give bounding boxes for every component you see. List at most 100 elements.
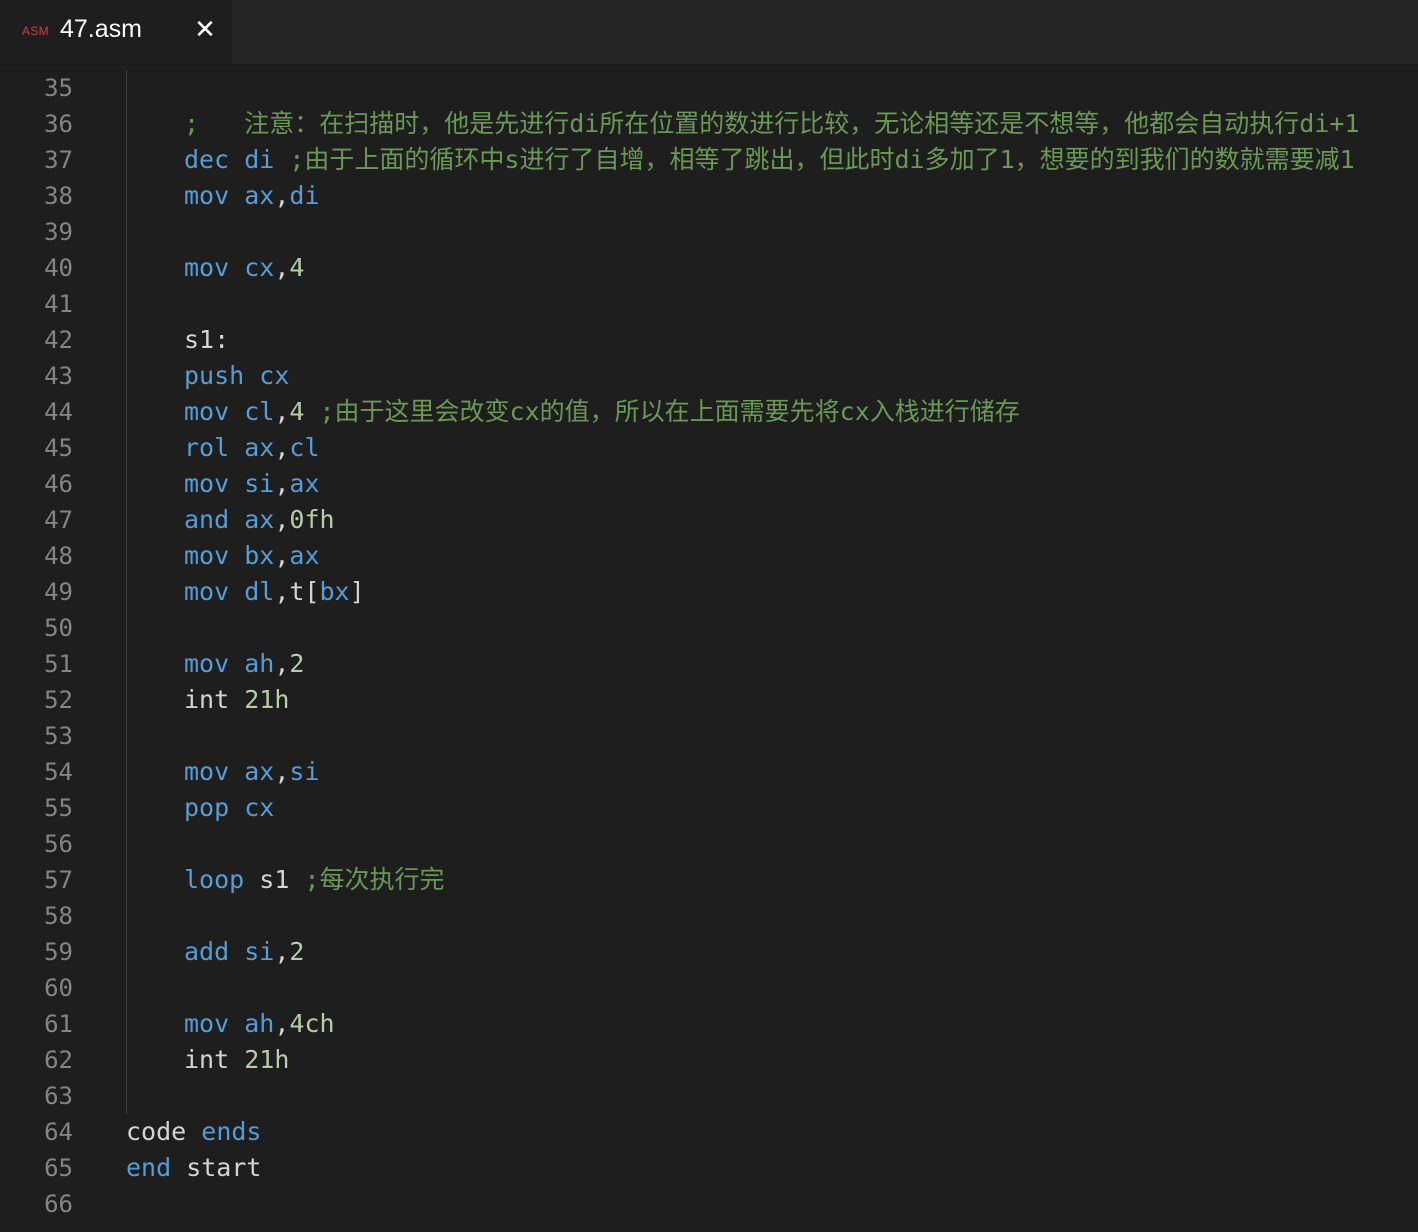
close-icon[interactable]: ✕ bbox=[191, 14, 219, 46]
token-keyword: rol bbox=[184, 433, 230, 462]
token-number: 21h bbox=[244, 1045, 290, 1074]
code-line[interactable]: 52 int 21h bbox=[0, 682, 1418, 718]
line-number: 46 bbox=[44, 470, 73, 498]
line-number: 55 bbox=[44, 794, 73, 822]
token-register: ax bbox=[244, 505, 275, 534]
token-text: ,t[ bbox=[274, 577, 320, 606]
token-register: ax bbox=[289, 541, 320, 570]
code-line[interactable]: 49 mov dl,t[bx] bbox=[0, 574, 1418, 610]
code-text: end start bbox=[126, 1150, 261, 1186]
token-comment: ;由于上面的循环中s进行了自增，相等了跳出，但此时di多加了1，想要的到我们的数… bbox=[274, 145, 1355, 174]
code-line[interactable]: 56 bbox=[0, 826, 1418, 862]
token-keyword: mov bbox=[184, 181, 230, 210]
token-text: int bbox=[184, 1045, 230, 1074]
code-line[interactable]: 46 mov si,ax bbox=[0, 466, 1418, 502]
code-line[interactable]: 66 bbox=[0, 1186, 1418, 1222]
code-line[interactable]: 40 mov cx,4 bbox=[0, 250, 1418, 286]
code-line[interactable]: 64 code ends bbox=[0, 1114, 1418, 1150]
token-text: , bbox=[274, 1009, 290, 1038]
code-line[interactable]: 51 mov ah,2 bbox=[0, 646, 1418, 682]
code-line[interactable]: 65 end start bbox=[0, 1150, 1418, 1186]
token-text: , bbox=[274, 757, 290, 786]
token-register: ax bbox=[244, 757, 275, 786]
code-line[interactable]: 59 add si,2 bbox=[0, 934, 1418, 970]
code-line[interactable]: 35 bbox=[0, 70, 1418, 106]
code-line[interactable]: 54 mov ax,si bbox=[0, 754, 1418, 790]
code-text: loop s1 ;每次执行完 bbox=[184, 862, 445, 898]
code-line[interactable]: 43 push cx bbox=[0, 358, 1418, 394]
tab-title[interactable]: 47.asm bbox=[60, 15, 142, 44]
line-number: 66 bbox=[44, 1190, 73, 1218]
token-keyword: end bbox=[126, 1153, 172, 1182]
token-register: dl bbox=[244, 577, 275, 606]
code-line[interactable]: 36 ; 注意：在扫描时，他是先进行di所在位置的数进行比较，无论相等还是不想等，… bbox=[0, 106, 1418, 142]
line-number: 40 bbox=[44, 254, 73, 282]
code-line[interactable]: 58 bbox=[0, 898, 1418, 934]
line-number: 35 bbox=[44, 74, 73, 102]
code-line[interactable]: 61 mov ah,4ch bbox=[0, 1006, 1418, 1042]
token-text: , bbox=[274, 937, 290, 966]
code-text: mov ax,si bbox=[184, 754, 320, 790]
code-line[interactable]: 41 bbox=[0, 286, 1418, 322]
code-line[interactable]: 47 and ax,0fh bbox=[0, 502, 1418, 538]
token-text: code bbox=[126, 1117, 187, 1146]
tab-bar: ASM 47.asm ✕ bbox=[0, 0, 1418, 65]
line-number: 57 bbox=[44, 866, 73, 894]
token-text: , bbox=[274, 253, 290, 282]
code-line[interactable]: 45 rol ax,cl bbox=[0, 430, 1418, 466]
code-text: mov dl,t[bx] bbox=[184, 574, 365, 610]
line-number: 59 bbox=[44, 938, 73, 966]
token-keyword: mov bbox=[184, 397, 230, 426]
token-register: ah bbox=[244, 649, 275, 678]
code-line[interactable]: 55 pop cx bbox=[0, 790, 1418, 826]
token-text: start bbox=[171, 1153, 262, 1182]
token-keyword: push bbox=[184, 361, 245, 390]
code-text: int 21h bbox=[184, 682, 289, 718]
code-text: push cx bbox=[184, 358, 289, 394]
token-keyword: mov bbox=[184, 541, 230, 570]
token-number: 4ch bbox=[289, 1009, 335, 1038]
code-line[interactable]: 42 s1: bbox=[0, 322, 1418, 358]
code-line[interactable]: 44 mov cl,4 ;由于这里会改变cx的值，所以在上面需要先将cx入栈进行储… bbox=[0, 394, 1418, 430]
code-line[interactable]: 39 bbox=[0, 214, 1418, 250]
code-line[interactable]: 50 bbox=[0, 610, 1418, 646]
code-editor[interactable]: 35 36 ; 注意：在扫描时，他是先进行di所在位置的数进行比较，无论相等还是不想… bbox=[0, 65, 1418, 1232]
code-line[interactable]: 37 dec di ;由于上面的循环中s进行了自增，相等了跳出，但此时di多加了1… bbox=[0, 142, 1418, 178]
token-register: cl bbox=[289, 433, 320, 462]
code-line[interactable]: 60 bbox=[0, 970, 1418, 1006]
token-register: ax bbox=[244, 433, 275, 462]
code-line[interactable]: 48 mov bx,ax bbox=[0, 538, 1418, 574]
code-line[interactable]: 62 int 21h bbox=[0, 1042, 1418, 1078]
code-text: mov cl,4 ;由于这里会改变cx的值，所以在上面需要先将cx入栈进行储存 bbox=[184, 394, 1020, 430]
code-line[interactable]: 38 mov ax,di bbox=[0, 178, 1418, 214]
token-comment: ; 注意：在扫描时，他是先进行di所在位置的数进行比较，无论相等还是不想等，他都… bbox=[184, 109, 1360, 138]
token-register: di bbox=[289, 181, 320, 210]
token-text: , bbox=[274, 433, 290, 462]
line-number: 53 bbox=[44, 722, 73, 750]
line-number: 58 bbox=[44, 902, 73, 930]
editor-tab-47-asm[interactable]: ASM 47.asm ✕ bbox=[0, 0, 232, 64]
code-line[interactable]: 63 bbox=[0, 1078, 1418, 1114]
line-number: 44 bbox=[44, 398, 73, 426]
line-number: 56 bbox=[44, 830, 73, 858]
line-number: 65 bbox=[44, 1154, 73, 1182]
line-number: 39 bbox=[44, 218, 73, 246]
token-register: ah bbox=[244, 1009, 275, 1038]
line-number: 41 bbox=[44, 290, 73, 318]
code-text: and ax,0fh bbox=[184, 502, 335, 538]
line-number: 60 bbox=[44, 974, 73, 1002]
code-line[interactable]: 53 bbox=[0, 718, 1418, 754]
token-register: cx bbox=[244, 253, 275, 282]
token-register: cx bbox=[244, 793, 275, 822]
line-number: 37 bbox=[44, 146, 73, 174]
code-text: rol ax,cl bbox=[184, 430, 320, 466]
code-line[interactable]: 57 loop s1 ;每次执行完 bbox=[0, 862, 1418, 898]
